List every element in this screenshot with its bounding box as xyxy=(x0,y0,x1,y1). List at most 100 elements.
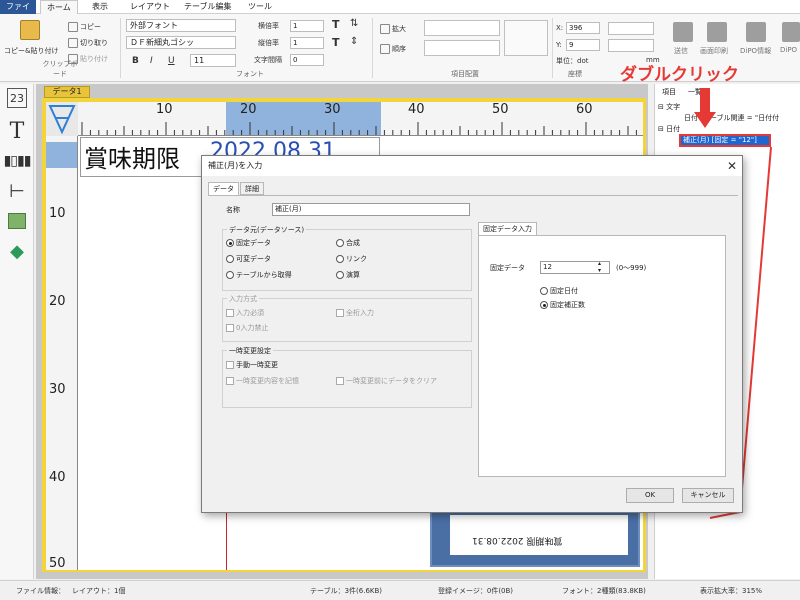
dipo-info-button[interactable]: DiPO情報 xyxy=(740,46,771,56)
radio-calc[interactable]: 演算 xyxy=(336,270,360,280)
zoom-button[interactable]: 拡大 xyxy=(380,24,406,34)
align-buttons[interactable] xyxy=(424,20,500,36)
y-input[interactable]: 9 xyxy=(566,39,600,51)
input-required-checkbox[interactable]: 入力必須 xyxy=(226,308,264,318)
tree-item-label: 日付 xyxy=(666,125,681,133)
close-icon[interactable]: ✕ xyxy=(724,158,740,174)
bold-button[interactable]: B xyxy=(132,56,139,66)
tab-tools[interactable]: ツール xyxy=(242,0,278,14)
status-images: 登録イメージ：0件(0B) xyxy=(438,587,514,595)
radio-label: 合成 xyxy=(346,239,360,247)
radio-label: 固定日付 xyxy=(550,287,578,295)
fixed-data-label: 固定データ xyxy=(490,264,525,272)
radio-link[interactable]: リンク xyxy=(336,254,367,264)
size-select[interactable] xyxy=(608,22,654,35)
image-icon[interactable] xyxy=(4,208,30,234)
ruler-number: 20 xyxy=(49,294,66,309)
spinner-icon[interactable]: ▴ ▾ xyxy=(598,260,601,274)
paste-button[interactable]: コピー&貼り付け xyxy=(4,46,58,56)
text-rotate-icon[interactable]: ⇅ xyxy=(350,18,358,29)
line-icon[interactable]: ⊢ xyxy=(4,178,30,204)
calendar-icon[interactable]: 23 xyxy=(7,88,27,108)
clear-change-checkbox[interactable]: 一時変更前にデータをクリア xyxy=(336,376,437,386)
radio-fixed-correction[interactable]: 固定補正数 xyxy=(540,300,585,310)
send-button[interactable]: 送信 xyxy=(674,46,688,56)
char-spacing-input[interactable]: 0 xyxy=(290,54,324,66)
radio-fixed-date[interactable]: 固定日付 xyxy=(540,286,578,296)
tree-toggle-icon[interactable]: ⊟ xyxy=(658,103,664,111)
order-button[interactable]: 順序 xyxy=(380,44,406,54)
ribbon-separator xyxy=(120,18,121,78)
ruler-number: 40 xyxy=(408,102,425,117)
h-ratio-input[interactable]: 1 xyxy=(290,20,324,32)
tab-data[interactable]: データ xyxy=(208,182,239,195)
tab-detail[interactable]: 詳細 xyxy=(240,182,264,195)
distribute-buttons[interactable] xyxy=(504,20,548,56)
document-tab[interactable]: データ1 xyxy=(44,86,90,98)
underline-button[interactable]: U xyxy=(168,56,175,66)
radio-icon xyxy=(226,271,234,279)
name-label: 名称 xyxy=(226,206,240,214)
tab-home[interactable]: ホーム xyxy=(40,0,78,14)
vertical-ruler: 10 20 30 40 50 xyxy=(46,136,78,570)
text-align-icon[interactable]: ⇕ xyxy=(350,36,358,47)
copy-button[interactable]: コピー xyxy=(68,22,101,32)
ok-button[interactable]: OK xyxy=(626,488,674,503)
manual-change-checkbox[interactable]: 手動一時変更 xyxy=(226,360,278,370)
ribbon-separator xyxy=(372,18,373,78)
radio-variable-data[interactable]: 可変データ xyxy=(226,254,271,264)
radio-label: 演算 xyxy=(346,271,360,279)
radio-composite[interactable]: 合成 xyxy=(336,238,360,248)
cancel-button[interactable]: キャンセル xyxy=(682,488,734,503)
save-change-checkbox[interactable]: 一時変更内容を記憶 xyxy=(226,376,299,386)
radio-label: 固定データ xyxy=(236,239,271,247)
print-screen-button[interactable]: 画面印刷 xyxy=(700,46,728,56)
name-field[interactable]: 補正(月) xyxy=(272,203,470,216)
barcode-icon[interactable]: ▮▯▮▮ xyxy=(4,148,32,174)
full-width-checkbox[interactable]: 全桁入力 xyxy=(336,308,374,318)
tree-item-selected[interactable]: 補正(月) [固定 = "12"] xyxy=(679,134,771,147)
preview-text: 賞味期限 2022.08.31 xyxy=(472,535,563,545)
text-tool-icon[interactable]: T xyxy=(4,118,30,144)
text-width-icon[interactable]: T xyxy=(332,18,340,31)
dipo-button[interactable]: DiPO xyxy=(780,46,797,54)
checkbox-icon xyxy=(336,309,344,317)
font-name-select[interactable]: 外部フォント xyxy=(126,19,236,32)
text-height-icon[interactable]: T xyxy=(332,36,340,49)
tree-item-text[interactable]: ⊟ 文字 xyxy=(658,102,680,112)
tab-items[interactable]: 項目 xyxy=(662,86,676,98)
tab-view[interactable]: 表示 xyxy=(86,0,114,14)
tab-layout[interactable]: レイアウト xyxy=(124,0,176,14)
radio-fixed-data[interactable]: 固定データ xyxy=(226,238,271,248)
font-group-label: フォント xyxy=(236,70,264,78)
clipboard-group-label: クリップボード xyxy=(42,60,78,78)
v-ratio-input[interactable]: 1 xyxy=(290,37,324,49)
ribbon-separator xyxy=(552,18,553,78)
ruler-number: 10 xyxy=(156,102,173,117)
radio-icon xyxy=(336,239,344,247)
font-face-select[interactable]: ＤＦ新細丸ゴシッ xyxy=(126,36,236,49)
horizontal-ruler: 10 20 30 40 50 60 xyxy=(78,102,643,136)
cut-button[interactable]: 切り取り xyxy=(68,38,108,48)
radio-icon xyxy=(336,255,344,263)
dialog-title: 補正(月)を入力 xyxy=(202,156,742,176)
x-input[interactable]: 396 xyxy=(566,22,600,34)
tree-toggle-icon[interactable]: ⊟ xyxy=(658,125,664,133)
arrange-buttons[interactable] xyxy=(424,40,500,56)
radio-from-table[interactable]: テーブルから取得 xyxy=(226,270,292,280)
tab-table-edit[interactable]: テーブル編集 xyxy=(178,0,238,14)
tree-item-date[interactable]: ⊟ 日付 xyxy=(658,124,680,134)
label-text[interactable]: 賞味期限 xyxy=(84,139,180,174)
ruler-selection xyxy=(46,142,77,168)
checkbox-icon xyxy=(226,324,234,332)
size-select-2[interactable] xyxy=(608,39,654,52)
tag-icon[interactable]: ◆ xyxy=(4,238,30,264)
radio-icon xyxy=(336,271,344,279)
input-method-group-title: 入力方式 xyxy=(227,294,259,304)
italic-button[interactable]: I xyxy=(150,56,153,66)
tab-fixed-data-input[interactable]: 固定データ入力 xyxy=(478,222,537,235)
tab-file[interactable]: ファイル xyxy=(0,0,36,25)
font-size-input[interactable]: 11 xyxy=(190,54,236,67)
cut-icon xyxy=(68,38,78,48)
no-zero-checkbox[interactable]: 0入力禁止 xyxy=(226,323,268,333)
